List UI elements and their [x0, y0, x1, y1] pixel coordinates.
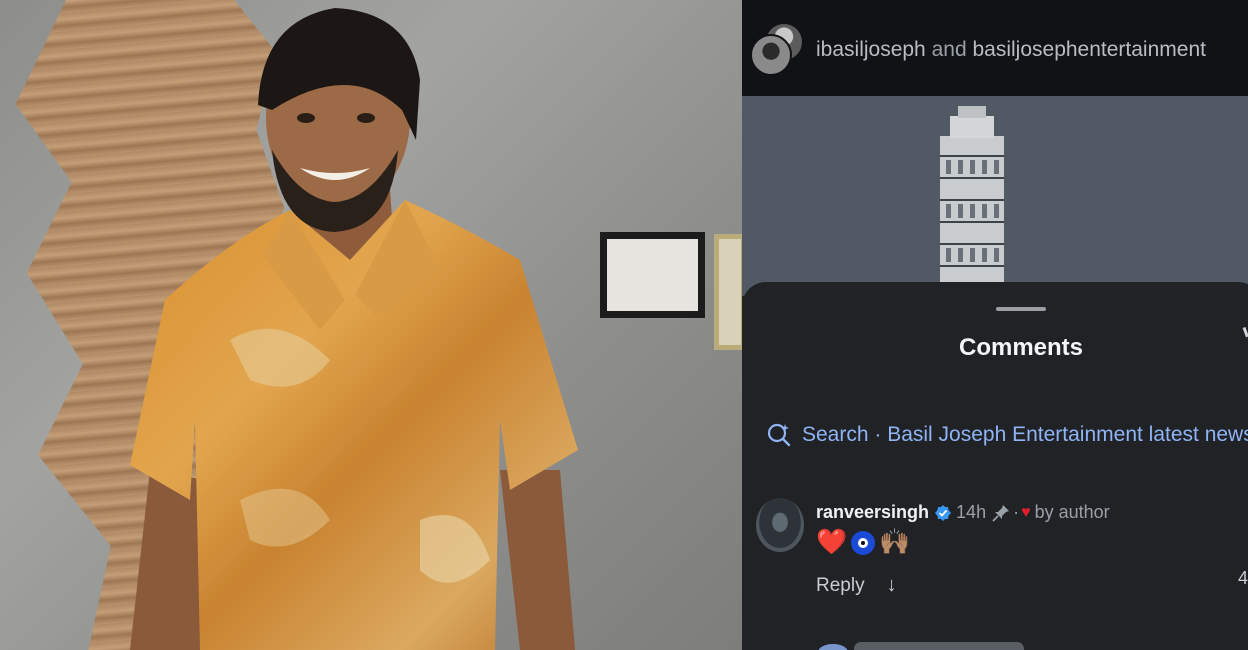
comment-actions: Reply ↓: [816, 574, 897, 597]
avatar[interactable]: [750, 34, 792, 76]
comment-username[interactable]: ranveersingh: [816, 502, 929, 523]
author-connector: and: [931, 38, 967, 61]
related-search-link[interactable]: Search · Basil Joseph Entertainment late…: [766, 422, 1248, 448]
related-search-text[interactable]: Search · Basil Joseph Entertainment late…: [802, 423, 1248, 447]
author-username-primary[interactable]: ibasiljoseph: [816, 38, 926, 61]
comments-title: Comments: [958, 334, 1084, 361]
reply-button[interactable]: Reply: [816, 575, 865, 597]
sheet-drag-handle[interactable]: [996, 307, 1046, 311]
photo-panel: [0, 0, 742, 650]
arrow-down-icon[interactable]: ↓: [887, 574, 897, 597]
avatar[interactable]: [756, 498, 804, 552]
liked-by-author-label: by author: [1034, 502, 1110, 522]
post-header: ibasiljoseph and basiljosephentertainmen…: [742, 0, 1248, 96]
emoji-heart: ❤️: [816, 528, 848, 556]
author-username-secondary[interactable]: basiljosephentertainment: [972, 38, 1205, 61]
person-photo: [130, 8, 578, 650]
comment-text: ❤️ 🙌🏽: [816, 528, 910, 557]
comment-header: ranveersingh 14h · ♥ by author: [816, 502, 1110, 523]
next-comment-preview: [854, 642, 1024, 650]
meta-separator: ·: [1013, 502, 1020, 522]
post-authors: ibasiljoseph and basiljosephentertainmen…: [816, 38, 1206, 62]
instagram-post-view: ibasiljoseph and basiljosephentertainmen…: [742, 0, 1248, 650]
emoji-raised-hands: 🙌🏽: [879, 528, 911, 556]
verified-badge-icon: [935, 504, 952, 521]
nazar-amulet-icon: [851, 530, 876, 555]
comment-time: 14h: [956, 502, 987, 522]
author-heart-icon: ♥: [1021, 503, 1031, 521]
collab-avatars[interactable]: [750, 22, 810, 82]
comments-sheet: Comments Search · Basil Joseph Entertain…: [742, 282, 1248, 650]
comment-like-count: 4: [1238, 568, 1248, 588]
comment-item: ranveersingh 14h · ♥ by author ❤️ 🙌🏽 Rep…: [756, 498, 1248, 598]
search-sparkle-icon: [767, 423, 791, 447]
leaning-tower-illustration: [940, 106, 1004, 296]
pin-icon: [992, 504, 1010, 522]
post-media-preview[interactable]: [742, 96, 1248, 296]
